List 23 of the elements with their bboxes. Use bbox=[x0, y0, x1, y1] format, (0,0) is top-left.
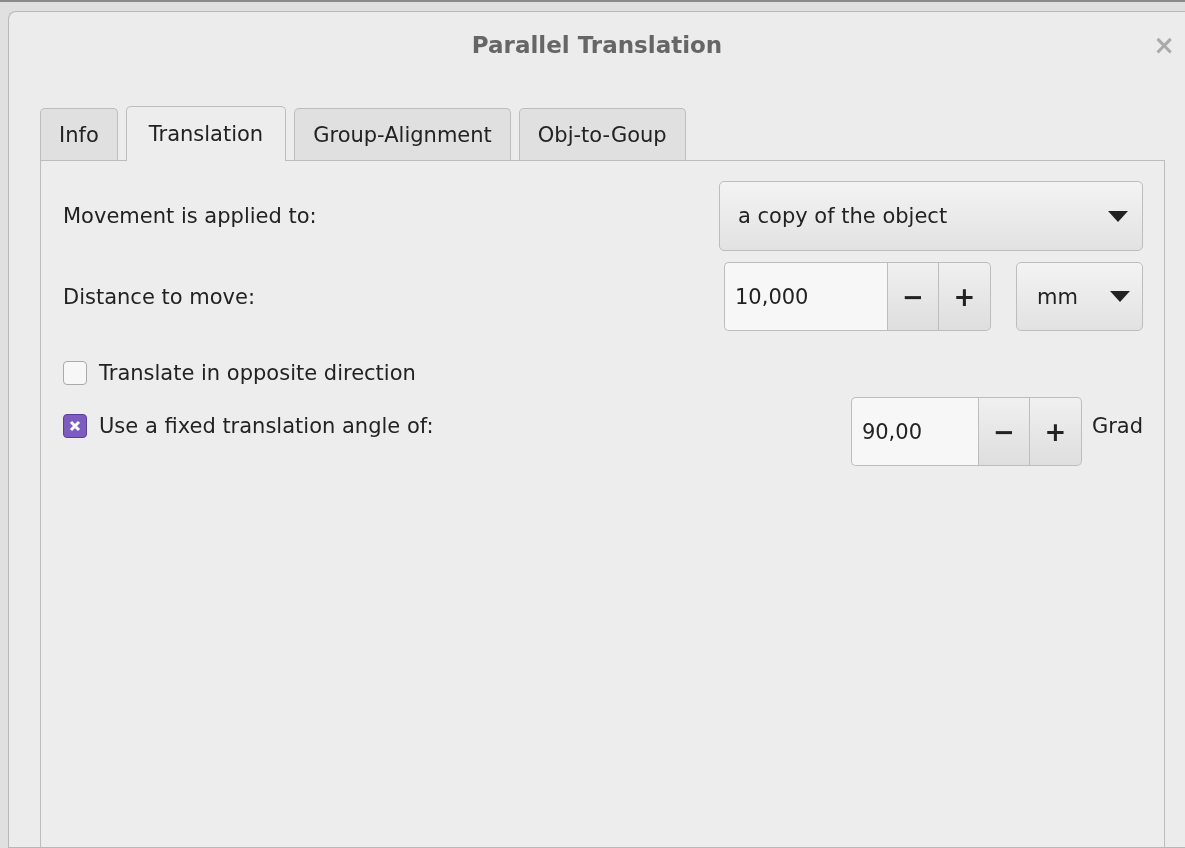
increment-button[interactable]: + bbox=[939, 262, 991, 331]
tab[interactable]: Info bbox=[40, 108, 118, 160]
increment-button[interactable]: + bbox=[1029, 397, 1082, 466]
number-field[interactable]: 90,00 bbox=[850, 397, 978, 466]
unit-dropdown[interactable]: mm bbox=[1016, 262, 1143, 331]
dialog-title: Parallel Translation bbox=[471, 32, 723, 58]
checkbox-label[interactable]: Use a fixed translation angle of: bbox=[99, 414, 434, 438]
number-field[interactable]: 10,000 bbox=[724, 262, 887, 331]
decrement-button[interactable]: − bbox=[977, 397, 1030, 466]
checkbox[interactable] bbox=[63, 414, 87, 438]
dropdown-arrow-icon bbox=[1108, 210, 1128, 222]
unit-label: Grad bbox=[1091, 414, 1143, 438]
field-label: Movement is applied to: bbox=[63, 204, 317, 228]
dropdown[interactable]: a copy of the object bbox=[719, 181, 1143, 251]
checkbox-label[interactable]: Translate in opposite direction bbox=[99, 361, 416, 385]
checkbox[interactable] bbox=[63, 361, 87, 385]
tab[interactable]: Obj-to-Goup bbox=[518, 108, 686, 160]
decrement-button[interactable]: − bbox=[887, 262, 939, 331]
cross-icon bbox=[69, 420, 81, 432]
field-label: Distance to move: bbox=[63, 284, 255, 309]
dropdown-arrow-icon bbox=[1110, 291, 1130, 302]
tab[interactable]: Translation bbox=[125, 106, 287, 161]
tab[interactable]: Group-Alignment bbox=[294, 108, 511, 160]
